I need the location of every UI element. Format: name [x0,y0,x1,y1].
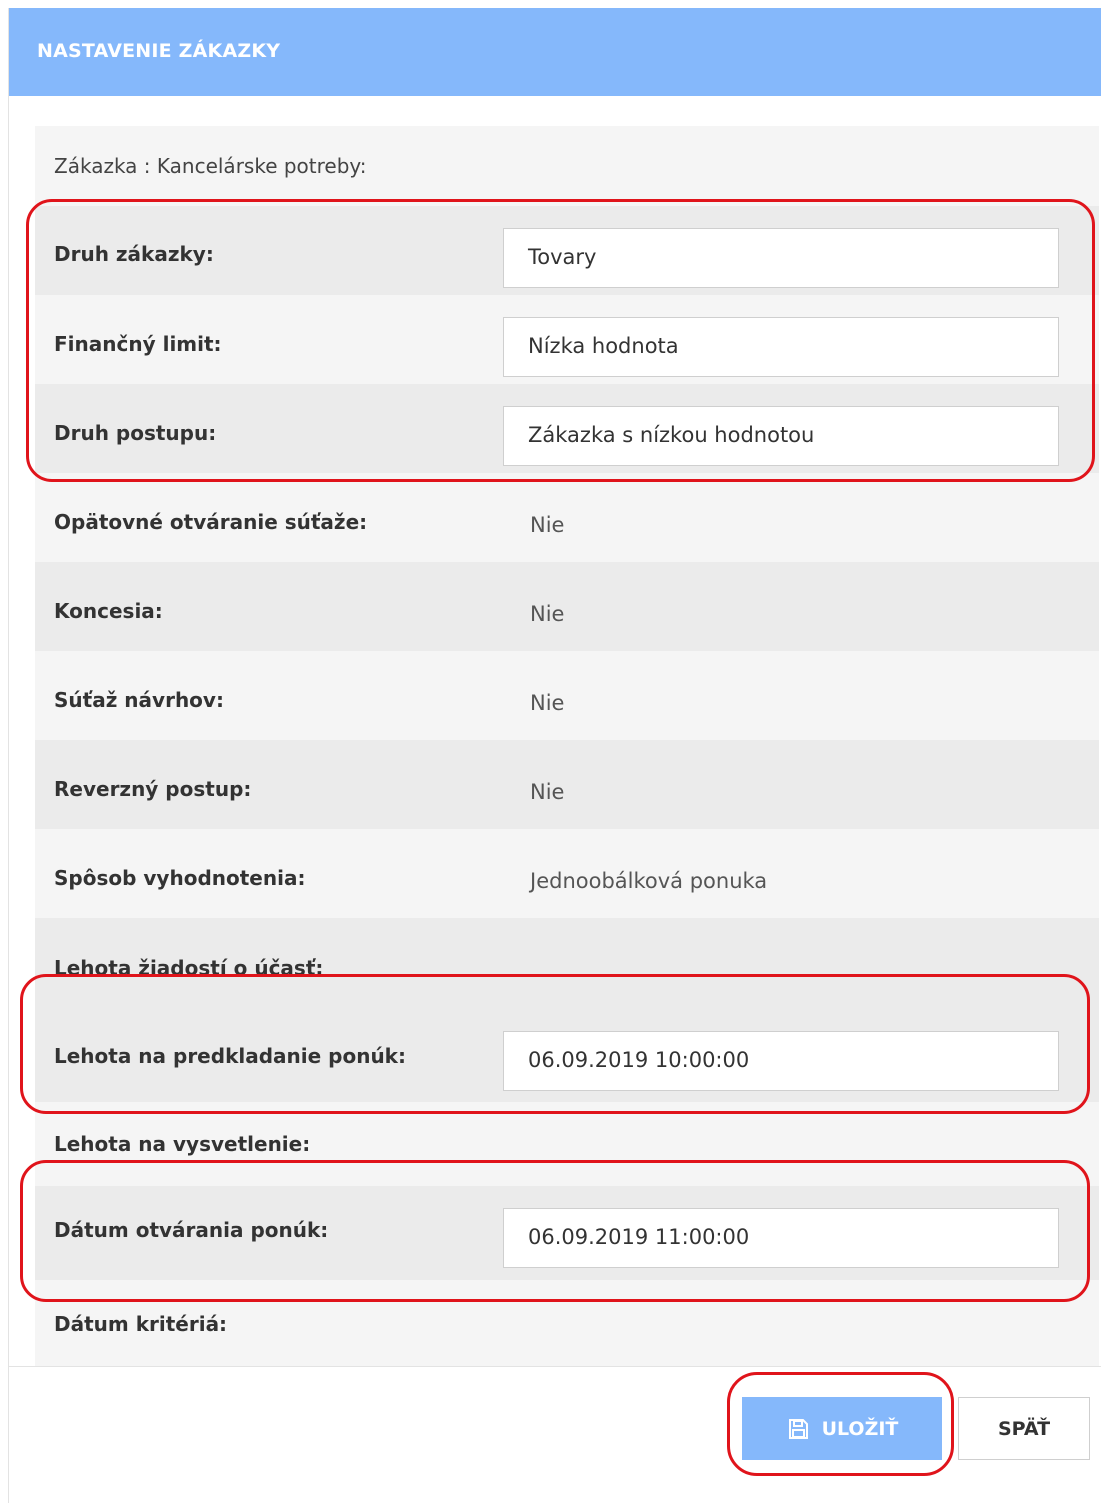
back-button-label: SPÄŤ [997,1417,1051,1440]
otvaranie-value: 06.09.2019 11:00:00 [528,1225,750,1249]
modal-body: Zákazka : Kancelárske potreby: Druh záka… [35,126,1099,1366]
otvaranie-field[interactable]: 06.09.2019 11:00:00 [503,1208,1059,1268]
row-opatovne: Opätovné otváranie súťaže: Nie [35,473,1099,562]
summary-row: Zákazka : Kancelárske potreby: [35,126,1099,206]
modal-title: NASTAVENIE ZÁKAZKY [37,40,281,62]
row-druh-zakazky: Druh zákazky: Tovary [35,206,1099,295]
row-sutaz: Súťaž návrhov: Nie [35,651,1099,740]
opatovne-label: Opätovné otváranie súťaže: [54,510,368,534]
row-vysvetlenie: Lehota na vysvetlenie: [35,1102,1099,1186]
row-sposob: Spôsob vyhodnotenia: Jednoobálková ponuk… [35,829,1099,918]
reverzny-value: Nie [530,780,565,804]
row-koncesia: Koncesia: Nie [35,562,1099,651]
save-button-label: ULOŽIŤ [821,1417,899,1440]
settings-modal: NASTAVENIE ZÁKAZKY Zákazka : Kancelárske… [8,8,1101,1503]
row-financny-limit: Finančný limit: Nízka hodnota [35,295,1099,384]
save-icon [788,1418,808,1439]
predkladanie-field[interactable]: 06.09.2019 10:00:00 [503,1031,1059,1091]
vysvetlenie-label: Lehota na vysvetlenie: [54,1132,311,1156]
druh-zakazky-value: Tovary [528,245,597,269]
sutaz-label: Súťaž návrhov: [54,688,224,712]
koncesia-value: Nie [530,602,565,626]
row-ziadosti: Lehota žiadostí o účasť: [35,918,1099,998]
sposob-label: Spôsob vyhodnotenia: [54,866,306,890]
financny-limit-label: Finančný limit: [54,332,222,356]
row-predkladanie: Lehota na predkladanie ponúk: 06.09.2019… [35,998,1099,1102]
row-kriteria: Dátum kritériá: [35,1280,1099,1366]
predkladanie-value: 06.09.2019 10:00:00 [528,1048,750,1072]
opatovne-value: Nie [530,513,565,537]
back-button[interactable]: SPÄŤ [958,1397,1090,1460]
druh-postupu-field[interactable]: Zákazka s nízkou hodnotou [503,406,1059,466]
druh-postupu-label: Druh postupu: [54,421,217,445]
financny-limit-field[interactable]: Nízka hodnota [503,317,1059,377]
order-summary: Zákazka : Kancelárske potreby: [54,154,367,178]
save-button[interactable]: ULOŽIŤ [742,1397,942,1460]
sposob-value: Jednoobálková ponuka [530,869,768,893]
row-otvaranie: Dátum otvárania ponúk: 06.09.2019 11:00:… [35,1186,1099,1280]
predkladanie-label: Lehota na predkladanie ponúk: [54,1044,406,1068]
otvaranie-label: Dátum otvárania ponúk: [54,1218,329,1242]
druh-postupu-value: Zákazka s nízkou hodnotou [528,423,815,447]
koncesia-label: Koncesia: [54,599,163,623]
druh-zakazky-label: Druh zákazky: [54,242,214,266]
druh-zakazky-field[interactable]: Tovary [503,228,1059,288]
financny-limit-value: Nízka hodnota [528,334,679,358]
modal-header: NASTAVENIE ZÁKAZKY [9,8,1101,96]
reverzny-label: Reverzný postup: [54,777,252,801]
row-druh-postupu: Druh postupu: Zákazka s nízkou hodnotou [35,384,1099,473]
ziadosti-label: Lehota žiadostí o účasť: [54,956,324,980]
kriteria-label: Dátum kritériá: [54,1312,228,1336]
row-reverzny: Reverzný postup: Nie [35,740,1099,829]
sutaz-value: Nie [530,691,565,715]
